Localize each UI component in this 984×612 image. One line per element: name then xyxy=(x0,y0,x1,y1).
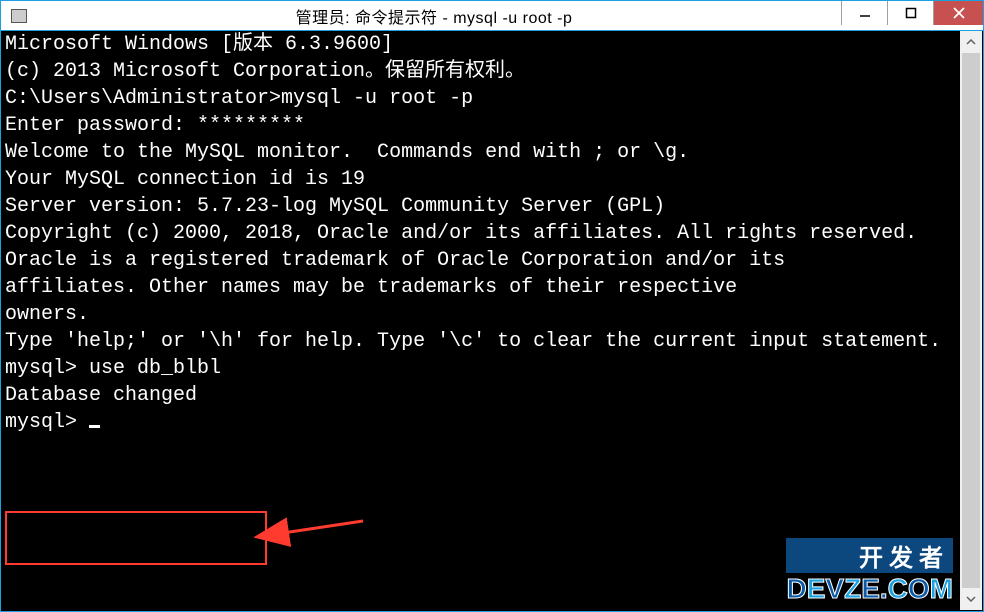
vertical-scrollbar[interactable] xyxy=(960,31,982,610)
terminal-output[interactable]: Microsoft Windows [版本 6.3.9600](c) 2013 … xyxy=(5,31,959,607)
terminal-line: Your MySQL connection id is 19 xyxy=(5,166,959,193)
terminal-line: Database changed xyxy=(5,382,959,409)
terminal-line: Type 'help;' or '\h' for help. Type '\c'… xyxy=(5,328,959,355)
console-window: 管理员: 命令提示符 - mysql -u root -p Microsoft … xyxy=(0,0,984,612)
terminal-line: (c) 2013 Microsoft Corporation。保留所有权利。 xyxy=(5,58,959,85)
terminal-line: affiliates. Other names may be trademark… xyxy=(5,274,959,301)
terminal-line: Welcome to the MySQL monitor. Commands e… xyxy=(5,139,959,166)
terminal-line: mysql> xyxy=(5,409,959,436)
titlebar[interactable]: 管理员: 命令提示符 - mysql -u root -p xyxy=(1,1,983,31)
close-button[interactable] xyxy=(933,1,983,25)
chevron-down-icon xyxy=(966,596,976,602)
terminal-line: Microsoft Windows [版本 6.3.9600] xyxy=(5,31,959,58)
minimize-icon xyxy=(859,7,871,19)
window-title: 管理员: 命令提示符 - mysql -u root -p xyxy=(27,4,841,28)
minimize-button[interactable] xyxy=(841,1,887,25)
close-icon xyxy=(953,7,965,19)
scroll-down-button[interactable] xyxy=(960,588,982,610)
app-icon xyxy=(11,9,27,23)
scrollbar-track[interactable] xyxy=(960,53,982,588)
chevron-up-icon xyxy=(966,39,976,45)
terminal-line: Oracle is a registered trademark of Orac… xyxy=(5,247,959,274)
window-controls xyxy=(841,1,983,30)
terminal-line: Copyright (c) 2000, 2018, Oracle and/or … xyxy=(5,220,959,247)
maximize-icon xyxy=(905,7,917,19)
terminal-line: owners. xyxy=(5,301,959,328)
scroll-up-button[interactable] xyxy=(960,31,982,53)
maximize-button[interactable] xyxy=(887,1,933,25)
terminal-line: Server version: 5.7.23-log MySQL Communi… xyxy=(5,193,959,220)
terminal-line: C:\Users\Administrator>mysql -u root -p xyxy=(5,85,959,112)
cursor xyxy=(89,425,100,428)
scrollbar-thumb[interactable] xyxy=(962,53,980,588)
terminal-line: Enter password: ********* xyxy=(5,112,959,139)
terminal-line: mysql> use db_blbl xyxy=(5,355,959,382)
